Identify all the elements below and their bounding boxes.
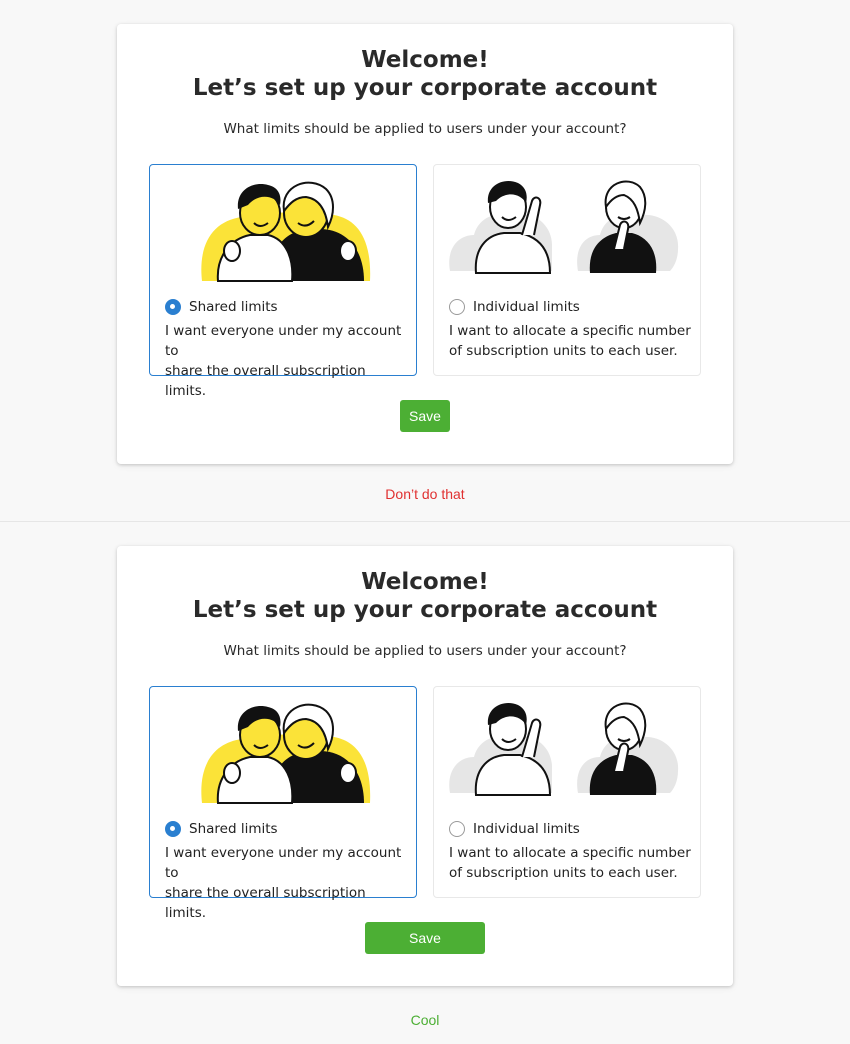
description-line: of subscription units to each user. <box>449 865 678 881</box>
shared-limits-radio-row[interactable]: Shared limits <box>165 298 278 316</box>
individual-limits-label: Individual limits <box>473 821 580 837</box>
title-line-1: Welcome! <box>361 47 489 73</box>
title-line-2: Let’s set up your corporate account <box>192 75 658 101</box>
individual-limits-label: Individual limits <box>473 299 580 315</box>
question-text: What limits should be applied to users u… <box>223 643 627 659</box>
save-button[interactable]: Save <box>365 922 485 954</box>
dont-caption: Don’t do that <box>385 486 465 502</box>
card-title: Welcome! Let’s set up your corporate acc… <box>117 568 733 624</box>
title-line-1: Welcome! <box>361 569 489 595</box>
shared-limits-option[interactable]: Shared limits I want everyone under my a… <box>149 686 417 921</box>
shared-limits-description: I want everyone under my account to shar… <box>165 321 410 401</box>
save-button[interactable]: Save <box>400 400 450 432</box>
individual-limits-description: I want to allocate a specific number of … <box>449 843 694 883</box>
two-people-separate-illustration <box>434 165 700 285</box>
example-bad: Welcome! Let’s set up your corporate acc… <box>0 0 850 521</box>
shared-limits-radio-row[interactable]: Shared limits <box>165 820 278 838</box>
description-line: I want to allocate a specific number <box>449 323 691 339</box>
description-line: of subscription units to each user. <box>449 343 678 359</box>
individual-limits-radio[interactable] <box>449 299 465 315</box>
individual-limits-radio-row[interactable]: Individual limits <box>449 820 580 838</box>
question-text: What limits should be applied to users u… <box>223 121 627 137</box>
two-people-hug-illustration <box>150 687 416 807</box>
example-good: Welcome! Let’s set up your corporate acc… <box>0 522 850 1044</box>
description-line: share the overall subscription limits. <box>165 363 366 399</box>
shared-limits-description: I want everyone under my account to shar… <box>165 843 410 923</box>
individual-limits-description: I want to allocate a specific number of … <box>449 321 694 361</box>
shared-limits-radio[interactable] <box>165 821 181 837</box>
title-line-2: Let’s set up your corporate account <box>192 597 658 623</box>
two-people-hug-illustration <box>150 165 416 285</box>
setup-card: Welcome! Let’s set up your corporate acc… <box>117 546 733 986</box>
individual-limits-option[interactable]: Individual limits I want to allocate a s… <box>433 686 701 898</box>
shared-limits-label: Shared limits <box>189 299 278 315</box>
cool-caption: Cool <box>410 1012 440 1028</box>
individual-limits-radio[interactable] <box>449 821 465 837</box>
card-title: Welcome! Let’s set up your corporate acc… <box>117 46 733 102</box>
shared-limits-label: Shared limits <box>189 821 278 837</box>
description-line: I want everyone under my account to <box>165 323 402 359</box>
description-line: share the overall subscription limits. <box>165 885 366 921</box>
description-line: I want everyone under my account to <box>165 845 402 881</box>
shared-limits-radio[interactable] <box>165 299 181 315</box>
individual-limits-radio-row[interactable]: Individual limits <box>449 298 580 316</box>
individual-limits-option[interactable]: Individual limits I want to allocate a s… <box>433 164 701 376</box>
shared-limits-option[interactable]: Shared limits I want everyone under my a… <box>149 164 417 399</box>
setup-card: Welcome! Let’s set up your corporate acc… <box>117 24 733 464</box>
two-people-separate-illustration <box>434 687 700 807</box>
description-line: I want to allocate a specific number <box>449 845 691 861</box>
